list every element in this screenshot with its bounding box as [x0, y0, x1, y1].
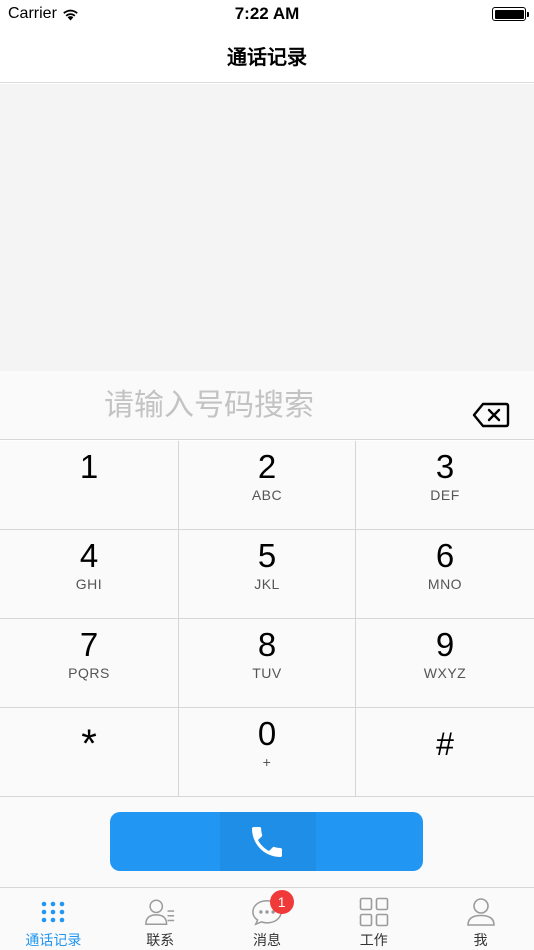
phone-icon: [251, 826, 282, 857]
key-letters: TUV: [252, 665, 282, 681]
tab-label: 工作: [359, 932, 388, 948]
key-7[interactable]: 7 PQRS: [0, 619, 178, 708]
tab-bar: 通话记录 联系 1 消息 工作 我: [0, 887, 534, 950]
key-5[interactable]: 5 JKL: [179, 530, 355, 619]
dialpad-icon: [37, 896, 69, 928]
key-letters: GHI: [75, 576, 103, 592]
tab-label: 联系: [146, 932, 175, 948]
page-title: 通话记录: [227, 46, 307, 69]
status-bar: Carrier 7:22 AM: [0, 0, 534, 28]
key-0[interactable]: 0 +: [179, 708, 355, 797]
key-letters: DEF: [430, 487, 460, 503]
tab-label: 消息: [252, 932, 281, 948]
key-3[interactable]: 3 DEF: [356, 441, 534, 530]
tab-contacts[interactable]: 联系: [107, 888, 214, 950]
key-digit: 8: [257, 626, 277, 663]
key-digit: 3: [435, 448, 455, 485]
tab-label: 我: [473, 932, 488, 948]
key-letters: JKL: [254, 576, 280, 592]
key-letters: +: [262, 754, 272, 770]
key-letters: PQRS: [68, 665, 110, 681]
key-digit: 1: [79, 448, 99, 485]
key-8[interactable]: 8 TUV: [179, 619, 355, 708]
tab-work[interactable]: 工作: [320, 888, 427, 950]
key-4[interactable]: 4 GHI: [0, 530, 178, 619]
call-area: [0, 798, 534, 887]
dial-keypad: 1 2 ABC 3 DEF 4 GHI 5 JKL 6 MNO 7 PQRS 8…: [0, 441, 534, 798]
key-star[interactable]: *: [0, 708, 178, 797]
tab-messages[interactable]: 1 消息: [214, 888, 321, 950]
key-letters: WXYZ: [423, 665, 467, 681]
key-9[interactable]: 9 WXYZ: [356, 619, 534, 708]
backspace-icon[interactable]: [472, 401, 510, 429]
key-digit: 9: [435, 626, 455, 663]
number-search-input[interactable]: [104, 385, 434, 425]
key-digit: 4: [79, 537, 99, 574]
key-1[interactable]: 1: [0, 441, 178, 530]
key-digit: 2: [257, 448, 277, 485]
key-2[interactable]: 2 ABC: [179, 441, 355, 530]
key-letters: ABC: [251, 487, 283, 503]
unread-badge: 1: [269, 890, 294, 914]
key-digit: #: [436, 726, 454, 762]
tab-label: 通话记录: [25, 932, 82, 948]
key-6[interactable]: 6 MNO: [356, 530, 534, 619]
tab-call-log[interactable]: 通话记录: [0, 888, 107, 950]
battery-icon: [492, 7, 529, 21]
profile-icon: [465, 896, 497, 928]
key-digit: 5: [257, 537, 277, 574]
call-button[interactable]: [110, 812, 423, 871]
key-digit: 7: [79, 626, 99, 663]
key-digit: *: [81, 722, 97, 766]
dialer-input-bar: [0, 371, 534, 440]
apps-grid-icon: [358, 896, 390, 928]
contacts-icon: [144, 896, 176, 928]
key-letters: MNO: [427, 576, 463, 592]
nav-bar: 通话记录: [0, 28, 534, 83]
key-digit: 0: [257, 715, 277, 752]
key-hash[interactable]: #: [356, 708, 534, 797]
status-time: 7:22 AM: [234, 4, 300, 23]
key-digit: 6: [435, 537, 455, 574]
tab-me[interactable]: 我: [427, 888, 534, 950]
call-log-list: [0, 84, 534, 371]
